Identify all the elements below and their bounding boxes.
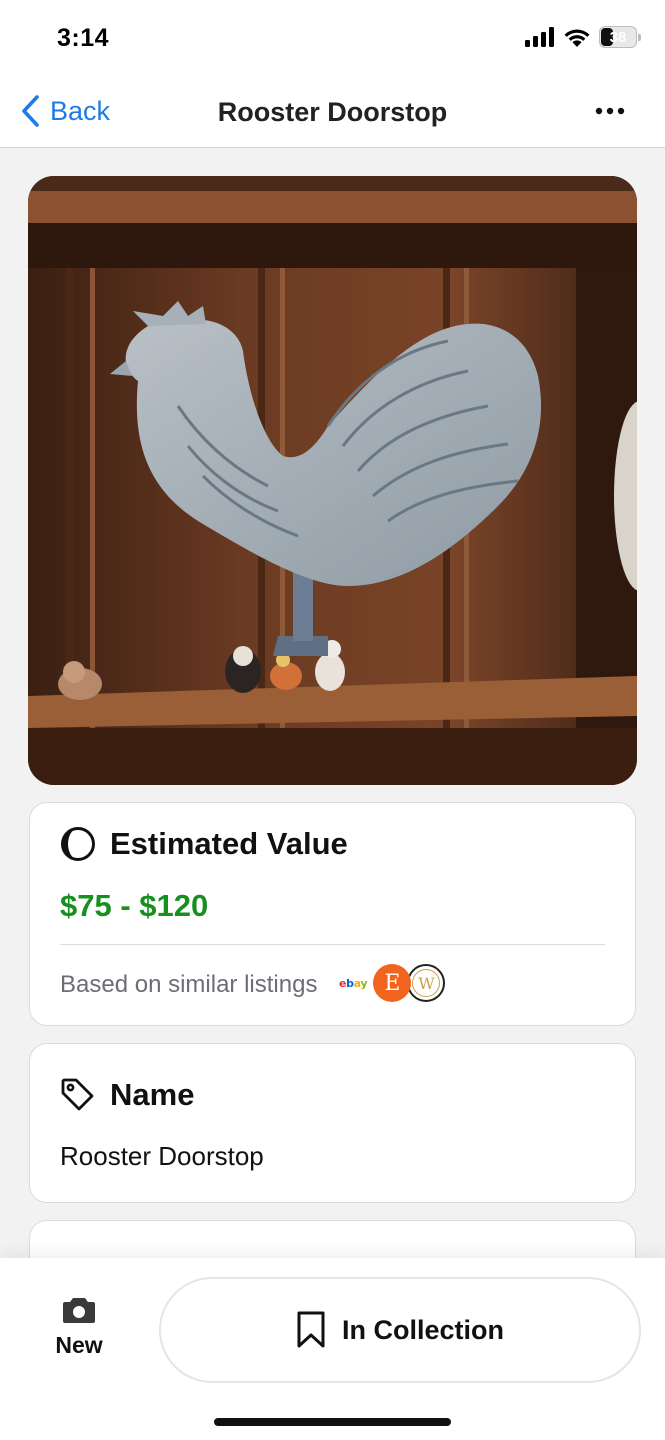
camera-icon [63,1298,95,1323]
ebay-logo: ebay [339,976,368,990]
name-header: Name [60,1077,194,1113]
listing-sources[interactable]: ebay E W [339,964,446,1002]
etsy-letter: E [384,970,401,996]
ebay-letter: b [346,976,354,990]
ebay-letter: a [353,976,361,990]
item-photo[interactable] [28,176,637,785]
status-bar: 3:14 38 [0,0,665,80]
in-collection-button[interactable]: In Collection [159,1277,641,1383]
new-label: New [55,1332,103,1358]
bottom-action-bar: New In Collection [0,1258,665,1440]
worthpoint-letter: W [418,973,435,993]
cellular-signal-icon [525,27,554,47]
more-options-button[interactable] [595,102,625,120]
estimated-value-title: Estimated Value [110,826,348,861]
value-range: $75 - $120 [60,888,209,923]
page-title: Rooster Doorstop [217,97,448,127]
ellipsis-icon [595,107,625,115]
worthpoint-inner: W [412,969,441,997]
status-time: 3:14 [57,24,110,52]
based-on-text: Based on similar listings [60,971,318,998]
name-card[interactable]: Name Rooster Doorstop [29,1043,636,1203]
ebay-letter: y [360,976,368,990]
navigation-bar: Back Rooster Doorstop [0,80,665,148]
battery-percent: 38 [609,28,627,46]
card-divider [60,944,605,945]
battery-nub [638,34,641,41]
estimated-value-card: Estimated Value $75 - $120 Based on simi… [29,802,636,1026]
home-indicator[interactable] [214,1418,451,1426]
in-collection-label: In Collection [342,1314,504,1345]
bookmark-icon [297,1311,325,1348]
worthpoint-logo: W [407,964,446,1002]
new-button[interactable]: New [38,1296,120,1359]
battery-icon: 38 [599,26,641,48]
estimated-value-header: Estimated Value [60,826,348,862]
item-name-value: Rooster Doorstop [60,1141,264,1171]
name-title: Name [110,1077,195,1112]
status-icons: 38 [525,26,641,48]
moon-icon [61,827,95,861]
rooster-photo [28,176,637,785]
tag-icon [61,1078,94,1111]
etsy-logo: E [373,964,412,1002]
wifi-icon [564,29,590,47]
